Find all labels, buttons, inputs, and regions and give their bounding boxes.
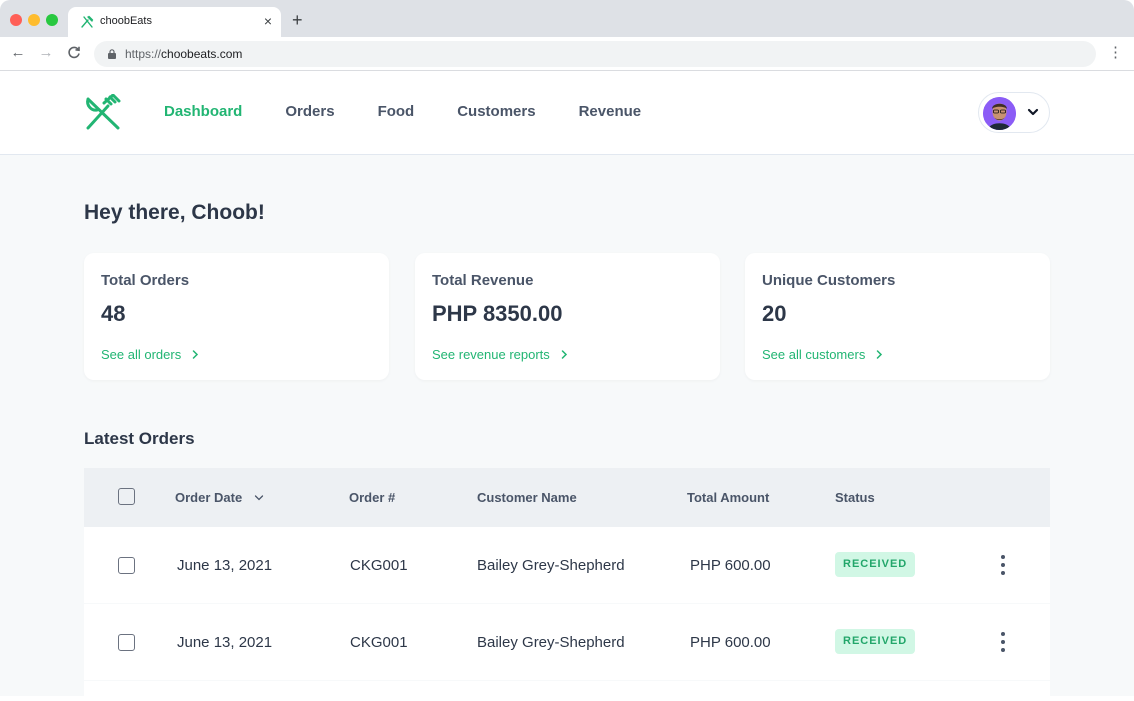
row-checkbox[interactable] — [118, 557, 135, 574]
card-value: 48 — [101, 301, 126, 326]
row-checkbox[interactable] — [118, 634, 135, 651]
favicon-icon — [81, 15, 94, 28]
total-orders-card: Total Orders 48 See all orders — [84, 253, 389, 380]
profile-menu-button[interactable] — [978, 92, 1050, 133]
lock-icon — [108, 49, 116, 59]
sort-chevron-down-icon — [255, 494, 264, 500]
column-header-label: Order Date — [175, 490, 243, 505]
customer-name-cell: Bailey Grey-Shepherd — [477, 634, 625, 651]
chevron-right-icon — [192, 350, 199, 359]
tab-strip: choobEats × + — [0, 0, 1134, 37]
select-all-checkbox[interactable] — [118, 488, 135, 505]
see-all-customers-link[interactable]: See all customers — [762, 347, 884, 362]
app-header: Dashboard Orders Food Customers Revenue — [0, 71, 1134, 155]
column-header-customer-name: Customer Name — [477, 490, 577, 505]
customer-name-cell: Bailey Grey-Shepherd — [477, 557, 625, 574]
see-revenue-reports-link[interactable]: See revenue reports — [432, 347, 569, 362]
unique-customers-card: Unique Customers 20 See all customers — [745, 253, 1050, 380]
row-more-options-icon[interactable] — [996, 631, 1010, 653]
chevron-right-icon — [561, 350, 567, 359]
card-link-label: See revenue reports — [432, 347, 550, 362]
order-date-cell: June 13, 2021 — [177, 634, 273, 651]
browser-tab[interactable]: choobEats × — [68, 7, 281, 37]
column-header-status: Status — [835, 490, 875, 505]
table-row[interactable]: June 13, 2021 CKG001 Bailey Grey-Shepher… — [84, 604, 1050, 680]
close-tab-icon[interactable]: × — [264, 13, 272, 29]
total-amount-cell: PHP 600.00 — [690, 557, 771, 574]
nav-item-revenue[interactable]: Revenue — [579, 103, 642, 120]
order-date-cell: June 13, 2021 — [177, 557, 273, 574]
maximize-window-button[interactable] — [46, 14, 58, 26]
status-badge: RECEIVED — [835, 629, 916, 654]
main-nav: Dashboard Orders Food Customers Revenue — [164, 103, 684, 120]
card-link-label: See all customers — [762, 347, 866, 362]
column-header-total-amount: Total Amount — [687, 490, 770, 505]
card-value: 20 — [762, 301, 787, 326]
fork-knife-logo-icon[interactable] — [84, 94, 122, 132]
table-header: Order Date Order # Customer Name Total A… — [84, 468, 1050, 527]
nav-item-customers[interactable]: Customers — [457, 103, 535, 120]
card-label: Total Revenue — [432, 272, 534, 289]
nav-item-dashboard[interactable]: Dashboard — [164, 103, 242, 120]
dashboard-main: Hey there, Choob! Total Orders 48 See al… — [0, 155, 1134, 701]
forward-icon[interactable]: → — [36, 43, 56, 63]
url-text: https://choobeats.com — [125, 47, 242, 61]
browser-chrome: choobEats × + ← → https://choobeats.com … — [0, 0, 1134, 71]
page-title: Hey there, Choob! — [84, 201, 265, 224]
see-all-orders-link[interactable]: See all orders — [101, 347, 200, 362]
total-revenue-card: Total Revenue PHP 8350.00 See revenue re… — [415, 253, 720, 380]
table-row[interactable]: June 13, 2021 CKG001 Bailey Grey-Shepher… — [84, 527, 1050, 603]
card-label: Total Orders — [101, 272, 190, 289]
column-header-order-number: Order # — [349, 490, 396, 505]
nav-item-food[interactable]: Food — [378, 103, 415, 120]
order-number-cell: CKG001 — [350, 634, 408, 651]
browser-menu-icon[interactable]: ⋮ — [1108, 43, 1123, 63]
table-row[interactable] — [84, 681, 1050, 701]
reload-icon[interactable] — [64, 43, 84, 63]
url-scheme: https:// — [125, 47, 162, 61]
minimize-window-button[interactable] — [28, 14, 40, 26]
new-tab-button[interactable]: + — [292, 10, 303, 30]
nav-item-orders[interactable]: Orders — [285, 103, 334, 120]
status-badge: RECEIVED — [835, 552, 916, 577]
card-value: PHP 8350.00 — [432, 301, 563, 326]
url-host: choobeats.com — [161, 47, 243, 61]
chevron-down-icon — [1027, 108, 1039, 116]
chevron-right-icon — [877, 350, 883, 359]
browser-toolbar: ← → https://choobeats.com ⋮ — [0, 37, 1134, 71]
address-bar[interactable]: https://choobeats.com — [94, 41, 1096, 67]
latest-orders-title: Latest Orders — [84, 429, 195, 448]
card-link-label: See all orders — [101, 347, 182, 362]
avatar — [983, 97, 1016, 130]
tab-title: choobEats — [100, 15, 152, 27]
row-more-options-icon[interactable] — [996, 554, 1010, 576]
card-label: Unique Customers — [762, 272, 896, 289]
back-icon[interactable]: ← — [8, 43, 28, 63]
total-amount-cell: PHP 600.00 — [690, 634, 771, 651]
column-header-order-date[interactable]: Order Date — [175, 490, 264, 505]
order-number-cell: CKG001 — [350, 557, 408, 574]
close-window-button[interactable] — [10, 14, 22, 26]
